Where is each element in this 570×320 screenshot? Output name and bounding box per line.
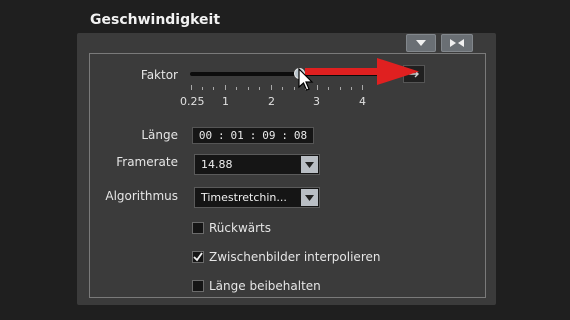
slider-tick — [236, 87, 237, 90]
timecode-hours[interactable]: 00 — [199, 129, 212, 142]
collapse-icon — [450, 39, 464, 47]
laenge-beibehalten-checkbox[interactable] — [192, 280, 204, 292]
interpolieren-checkbox[interactable] — [192, 251, 204, 263]
chevron-down-icon — [305, 161, 314, 168]
slider-tick — [213, 87, 214, 90]
tick-label-3: 3 — [313, 95, 320, 108]
tick-label-1: 1 — [222, 95, 229, 108]
chevron-down-icon — [305, 194, 314, 201]
timecode-separator: : — [281, 129, 288, 142]
slider-tick — [282, 87, 283, 90]
timecode-separator: : — [218, 129, 225, 142]
algorithmus-dropdown-button[interactable] — [301, 189, 318, 206]
slider-tick — [294, 87, 295, 90]
panel-menu-button[interactable] — [406, 34, 436, 52]
slider-tick — [191, 85, 192, 90]
mouse-cursor-icon — [298, 68, 314, 91]
timecode-seconds[interactable]: 09 — [262, 129, 275, 142]
framerate-select[interactable]: 14.88 — [194, 154, 320, 175]
laenge-beibehalten-label[interactable]: Länge beibehalten — [209, 279, 321, 293]
slider-tick — [259, 87, 260, 90]
framerate-dropdown-button[interactable] — [301, 156, 318, 173]
timecode-frames[interactable]: 08 — [294, 129, 307, 142]
rueckwaerts-label[interactable]: Rückwärts — [209, 221, 271, 235]
rueckwaerts-checkbox[interactable] — [192, 222, 204, 234]
laenge-timecode-field[interactable]: 00 : 01 : 09 : 08 — [192, 127, 314, 144]
framerate-label: Framerate — [116, 155, 178, 169]
framerate-value: 14.88 — [201, 158, 233, 171]
tick-label-4: 4 — [359, 95, 366, 108]
chevron-down-icon — [416, 40, 426, 46]
app-title: Geschwindigkeit — [90, 12, 221, 28]
interpolieren-label[interactable]: Zwischenbilder interpolieren — [209, 250, 380, 264]
faktor-label: Faktor — [140, 68, 178, 82]
slider-tick — [248, 87, 249, 90]
algorithmus-label: Algorithmus — [105, 189, 178, 203]
checkmark-icon — [193, 252, 203, 262]
slider-tick — [271, 85, 272, 90]
annotation-arrow — [305, 58, 419, 85]
algorithmus-value: Timestretchin... — [201, 191, 287, 204]
algorithmus-select[interactable]: Timestretchin... — [194, 187, 320, 208]
timecode-minutes[interactable]: 01 — [231, 129, 244, 142]
panel-collapse-button[interactable] — [441, 34, 473, 52]
laenge-label: Länge — [141, 128, 178, 142]
tick-label-0-25: 0.25 — [180, 95, 205, 108]
tick-label-2: 2 — [268, 95, 275, 108]
slider-tick — [225, 85, 226, 90]
slider-tick — [202, 87, 203, 90]
timecode-separator: : — [249, 129, 257, 142]
